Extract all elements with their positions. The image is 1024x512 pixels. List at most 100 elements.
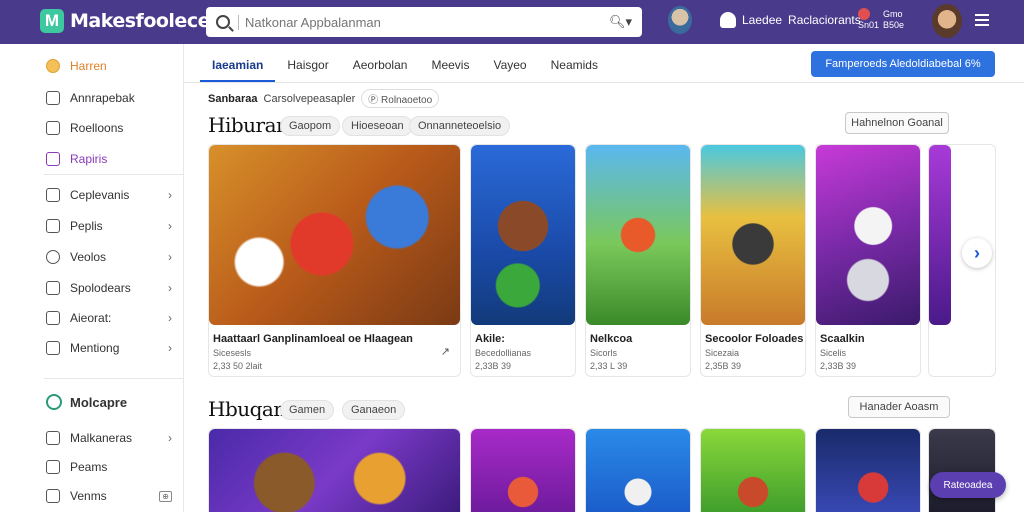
section-view-all-button[interactable]: Hanader Aoasm — [848, 396, 950, 418]
game-art-image — [471, 145, 575, 325]
tab-1[interactable]: Haisgor — [275, 52, 340, 82]
grid-icon — [46, 341, 60, 355]
game-card[interactable]: Haattaarl Ganplinamloeal oe Hlaagean Sic… — [208, 144, 461, 377]
filter-label: Sanbaraa — [208, 92, 258, 105]
game-title: Scaalkin — [820, 333, 865, 345]
game-publisher: Sicesesls — [213, 348, 252, 358]
header-stats[interactable]: Sn01 Gmo B50e — [858, 8, 904, 31]
character-icon[interactable] — [668, 6, 692, 34]
game-art-image — [929, 429, 995, 512]
sidebar-section-item-0[interactable]: Malkaneras › — [46, 427, 180, 449]
chevron-right-icon: › — [168, 188, 172, 202]
game-card[interactable] — [470, 428, 576, 512]
filter-sub[interactable]: Carsolvepeasapler — [264, 93, 356, 105]
game-art-image — [816, 429, 920, 512]
account-label: Raclaciorants — [788, 13, 861, 27]
sidebar-item-label: Roelloons — [70, 121, 124, 135]
carousel-next-button[interactable]: › — [962, 238, 992, 268]
search-input[interactable] — [238, 14, 609, 30]
section-chip[interactable]: Gamen — [280, 400, 335, 420]
promo-button[interactable]: Famperoeds Aledoldiabebal 6% — [811, 51, 995, 77]
game-art-image — [816, 145, 920, 325]
game-card[interactable] — [928, 428, 996, 512]
sidebar-section-item-2[interactable]: Venms ⊕ — [46, 485, 180, 507]
game-title: Secoolor Foloades — [705, 333, 804, 345]
image-icon — [46, 188, 60, 202]
sidebar-item-1[interactable]: Annrapebak — [46, 87, 180, 109]
stat-right-group: Gmo B50e — [883, 9, 904, 31]
game-card[interactable] — [585, 428, 691, 512]
section-chip[interactable]: Ganaeon — [342, 400, 406, 420]
tab-3[interactable]: Meevis — [419, 52, 481, 82]
game-title: Akile: — [475, 333, 505, 345]
logo-mark-icon: M — [40, 9, 64, 33]
sidebar-item-5[interactable]: Peplis › — [46, 215, 180, 237]
game-card[interactable] — [815, 428, 921, 512]
bag-icon — [46, 281, 60, 295]
stat-left: Sn01 — [858, 20, 880, 30]
share-icon[interactable]: ↗ — [441, 345, 450, 358]
sidebar-item-3[interactable]: Rapiris — [46, 148, 180, 170]
sidebar-section-item-1[interactable]: Peams — [46, 456, 180, 478]
game-title: Nelkcoa — [590, 333, 633, 345]
menu-icon[interactable] — [975, 14, 989, 16]
floating-action-button[interactable]: Rateoadea — [930, 472, 1006, 498]
doc-icon — [46, 219, 60, 233]
sidebar-item-label: Veolos — [70, 250, 107, 264]
sidebar-item-6[interactable]: Veolos › — [46, 246, 180, 268]
stat-top: Gmo — [883, 8, 903, 19]
sidebar-item-label: Malkaneras — [70, 431, 133, 445]
tab-0[interactable]: Iaeamian — [200, 52, 276, 82]
sidebar-item-7[interactable]: Spolodears › — [46, 277, 180, 299]
person-icon — [46, 91, 60, 105]
header-actions: Laedee Raclaciorants — [668, 6, 861, 34]
game-publisher: Becedollianas — [475, 348, 532, 358]
sidebar-item-home[interactable]: Harren — [46, 55, 180, 77]
sidebar-divider — [44, 174, 184, 175]
section-title: Hbuqan — [208, 397, 286, 421]
game-art-image — [209, 145, 460, 325]
sidebar-section-heading[interactable]: Molcapre — [46, 394, 127, 410]
game-card[interactable]: Secoolor Foloades Sicezaia 2,35B 39 — [700, 144, 806, 377]
section-view-all-button[interactable]: Hahnelnon Goanal — [845, 112, 949, 134]
sidebar-item-label: Mentiong — [70, 341, 120, 355]
tab-5[interactable]: Neamids — [539, 52, 610, 82]
user-menu[interactable]: Laedee Raclaciorants — [720, 12, 861, 28]
game-art-image — [701, 145, 805, 325]
tab-2[interactable]: Aeorbolan — [341, 52, 420, 82]
section-chip[interactable]: Onnanneteoelsio — [409, 116, 511, 136]
brand-circle-icon — [46, 394, 62, 410]
sidebar-item-9[interactable]: Mentiong › — [46, 337, 180, 359]
game-card[interactable] — [208, 428, 461, 512]
game-art-image — [471, 429, 575, 512]
app-name: Makesfoolece — [70, 10, 210, 32]
sidebar-item-4[interactable]: Ceplevanis › — [46, 184, 180, 206]
game-art-image — [209, 429, 460, 512]
game-meta: 2,33 50 2lait — [213, 361, 263, 371]
chevron-right-icon: › — [168, 311, 172, 325]
game-art-image — [701, 429, 805, 512]
section-chip[interactable]: Gaopom — [280, 116, 341, 136]
game-card[interactable]: Akile: Becedollianas 2,33B 39 — [470, 144, 576, 377]
game-card[interactable]: Scaalkin Sicelis 2,33B 39 — [815, 144, 921, 377]
voice-search-icon[interactable]: 🔍︎▾ — [609, 14, 632, 30]
pen-icon — [46, 121, 60, 135]
game-meta: 2,33B 39 — [820, 361, 857, 371]
stat-right: B50e — [883, 19, 905, 30]
sidebar-item-label: Ceplevanis — [70, 188, 130, 202]
app-logo[interactable]: M Makesfoolece — [40, 9, 210, 33]
game-card[interactable] — [700, 428, 806, 512]
sidebar-item-8[interactable]: Aieorat: › — [46, 307, 180, 329]
chevron-right-icon: › — [168, 250, 172, 264]
tab-4[interactable]: Vayeo — [481, 52, 538, 82]
sidebar-item-label: Annrapebak — [70, 91, 135, 105]
section-chip[interactable]: Hioeseoan — [342, 116, 413, 136]
game-meta: 2,33 L 39 — [590, 361, 628, 371]
category-tabs: Iaeamian Haisgor Aeorbolan Meevis Vayeo … — [200, 52, 610, 82]
filter-chip[interactable]: Ⓟ Rolnaoetoo — [361, 89, 440, 108]
avatar[interactable] — [932, 4, 962, 38]
game-art-image — [586, 145, 690, 325]
game-card[interactable]: Nelkcoa Sicorls 2,33 L 39 — [585, 144, 691, 377]
section-title: Hiburan — [208, 113, 289, 137]
sidebar-item-2[interactable]: Roelloons — [46, 117, 180, 139]
